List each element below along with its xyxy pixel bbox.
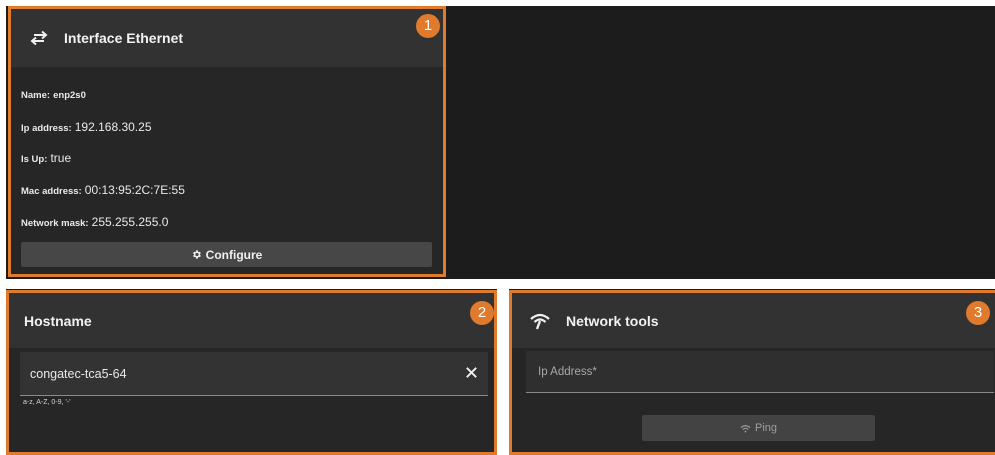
configure-button[interactable]: Configure bbox=[21, 242, 432, 267]
hostname-title: Hostname bbox=[24, 312, 92, 329]
wifi-icon bbox=[740, 424, 751, 432]
hostname-value: congatec-tca5-64 bbox=[30, 367, 127, 381]
network-tools-header: Network tools bbox=[512, 293, 995, 348]
interface-ethernet-title: Interface Ethernet bbox=[64, 30, 184, 46]
interface-ethernet-header: Interface Ethernet bbox=[11, 9, 443, 67]
hostname-header: Hostname bbox=[9, 293, 494, 348]
info-value: true bbox=[50, 151, 72, 165]
ping-label: Ping bbox=[754, 422, 778, 434]
close-icon[interactable] bbox=[464, 365, 479, 380]
hostname-input[interactable]: congatec-tca5-64 bbox=[20, 352, 488, 396]
wifi-icon bbox=[530, 313, 550, 329]
step-badge-2: 2 bbox=[470, 301, 494, 325]
ping-button[interactable]: Ping bbox=[642, 415, 875, 441]
info-label: Ip address: bbox=[21, 123, 72, 134]
hostname-helper-text: a-z, A-Z, 0-9, '-' bbox=[23, 399, 71, 406]
swap-arrows-icon bbox=[30, 30, 48, 46]
info-label: Name: bbox=[21, 90, 51, 101]
network-tools-title: Network tools bbox=[566, 312, 659, 329]
card-column-divider bbox=[497, 279, 509, 450]
info-value: 00:13:95:2C:7E:55 bbox=[84, 183, 185, 197]
interface-ethernet-card: Interface Ethernet 1 Name: enp2s0 Ip add… bbox=[8, 6, 446, 277]
info-row-isup: Is Up: true bbox=[21, 151, 71, 165]
info-value: enp2s0 bbox=[53, 90, 86, 101]
configure-label: Configure bbox=[205, 247, 263, 262]
info-label: Is Up: bbox=[21, 154, 48, 165]
step-badge-3: 3 bbox=[966, 301, 990, 325]
info-label: Mac address: bbox=[21, 186, 82, 197]
info-row-name: Name: enp2s0 bbox=[21, 89, 86, 101]
gear-icon bbox=[192, 250, 201, 259]
ip-address-field[interactable] bbox=[526, 351, 994, 393]
info-row-mac: Mac address: 00:13:95:2C:7E:55 bbox=[21, 183, 185, 197]
info-value: 255.255.255.0 bbox=[91, 215, 169, 229]
info-value: 192.168.30.25 bbox=[74, 120, 152, 134]
network-tools-card: Network tools 3 Ping bbox=[509, 290, 995, 455]
info-label: Network mask: bbox=[21, 218, 89, 229]
step-badge-1: 1 bbox=[416, 14, 440, 38]
ip-address-input[interactable] bbox=[526, 351, 994, 392]
info-row-ip: Ip address: 192.168.30.25 bbox=[21, 120, 152, 134]
hostname-card: Hostname 2 congatec-tca5-64 a-z, A-Z, 0-… bbox=[6, 290, 497, 455]
info-row-netmask: Network mask: 255.255.255.0 bbox=[21, 215, 168, 229]
